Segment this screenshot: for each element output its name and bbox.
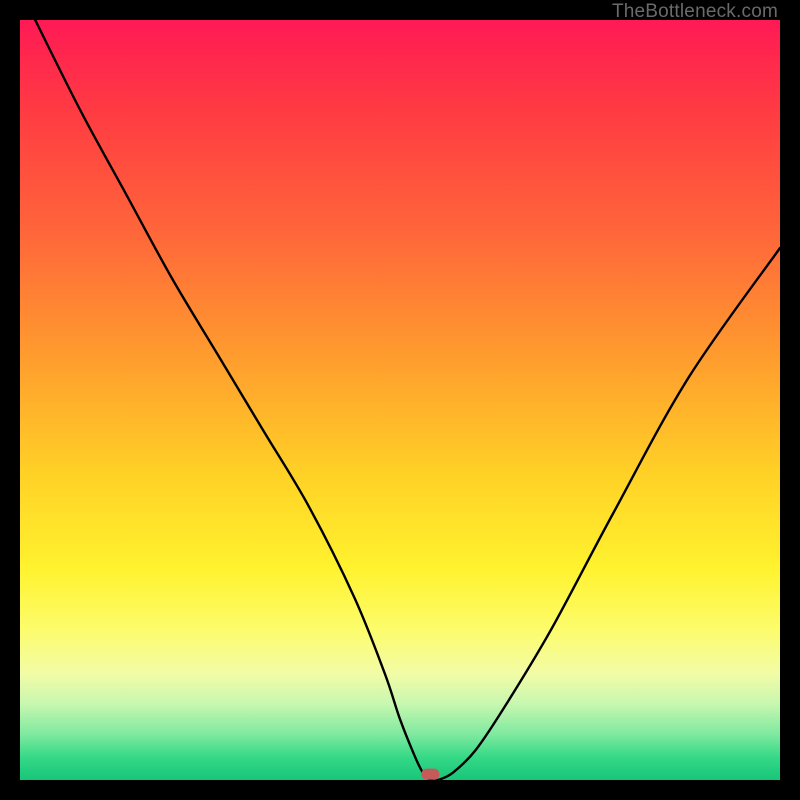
chart-svg [20, 20, 780, 780]
minimum-marker [421, 769, 439, 780]
bottleneck-curve [35, 20, 780, 780]
watermark-text: TheBottleneck.com [612, 1, 778, 23]
chart-frame: TheBottleneck.com [0, 0, 800, 800]
